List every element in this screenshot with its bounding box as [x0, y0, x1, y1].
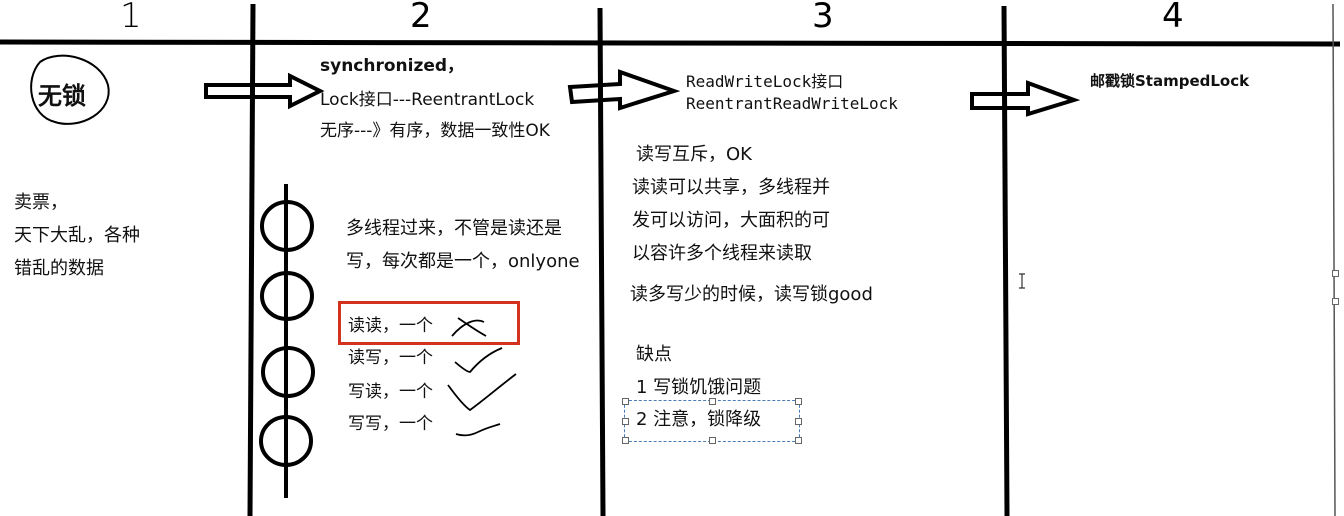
col2-desc-2: 写，每次都是一个，onlyone — [346, 251, 580, 272]
resize-handle-bottom[interactable] — [1332, 298, 1339, 305]
text-cursor-icon — [1019, 273, 1025, 289]
col2-header-3: 无序---》有序，数据一致性OK — [320, 121, 550, 141]
col3-body-3: 发可以访问，大面积的可 — [632, 210, 830, 231]
col3-header-2: ReentrantReadWriteLock — [686, 94, 898, 113]
col2-header-2: Lock接口---ReentrantLock — [320, 83, 534, 117]
check-mark-icon-3 — [455, 423, 501, 437]
col3-body-1: 读写互斥，OK — [636, 144, 752, 165]
case-write-read: 写读，一个 — [348, 382, 433, 402]
col3-body-4: 以容许多个线程来读取 — [632, 243, 812, 264]
column-number-3: 3 — [812, 0, 834, 36]
col3-header-1: ReadWriteLock接口 — [686, 72, 844, 91]
check-mark-icon-1 — [454, 347, 503, 373]
arrow-2-icon — [567, 69, 681, 111]
arrow-1-icon — [204, 72, 325, 110]
col3-body-2: 读读可以共享，多线程并 — [632, 177, 830, 198]
column-number-1: 1 — [120, 0, 142, 36]
case-write-write: 写写，一个 — [348, 414, 433, 434]
check-mark-icon-2 — [447, 373, 517, 412]
column-number-4: 4 — [1162, 0, 1184, 36]
col1-line-1: 卖票， — [14, 192, 68, 213]
column-number-2: 2 — [410, 0, 432, 36]
resize-handle-top[interactable] — [1332, 270, 1339, 277]
col2-header-2-text: Lock接口---ReentrantLock — [320, 90, 535, 110]
header-divider-line — [0, 39, 1341, 47]
case-read-write: 读写，一个 — [348, 348, 433, 368]
col1-line-2: 天下大乱，各种 — [14, 225, 140, 246]
right-edge-line — [1332, 3, 1336, 516]
col3-summary: 读多写少的时候，读写锁good — [630, 284, 873, 305]
column-divider-1 — [247, 3, 256, 516]
column-divider-3 — [1001, 5, 1010, 516]
col2-desc-1: 多线程过来，不管是读还是 — [346, 218, 562, 239]
case-read-read: 读读，一个 — [348, 316, 433, 336]
col1-line-3: 错乱的数据 — [14, 258, 104, 279]
col3-cons-2: 2 注意，锁降级 — [636, 409, 762, 430]
col3-cons-title: 缺点 — [636, 344, 672, 365]
arrow-3-icon — [970, 80, 1081, 117]
lock-free-badge: 无锁 — [38, 82, 86, 110]
col2-header-1: synchronized， — [320, 56, 465, 76]
col4-header: 邮戳锁StampedLock — [1090, 72, 1250, 90]
